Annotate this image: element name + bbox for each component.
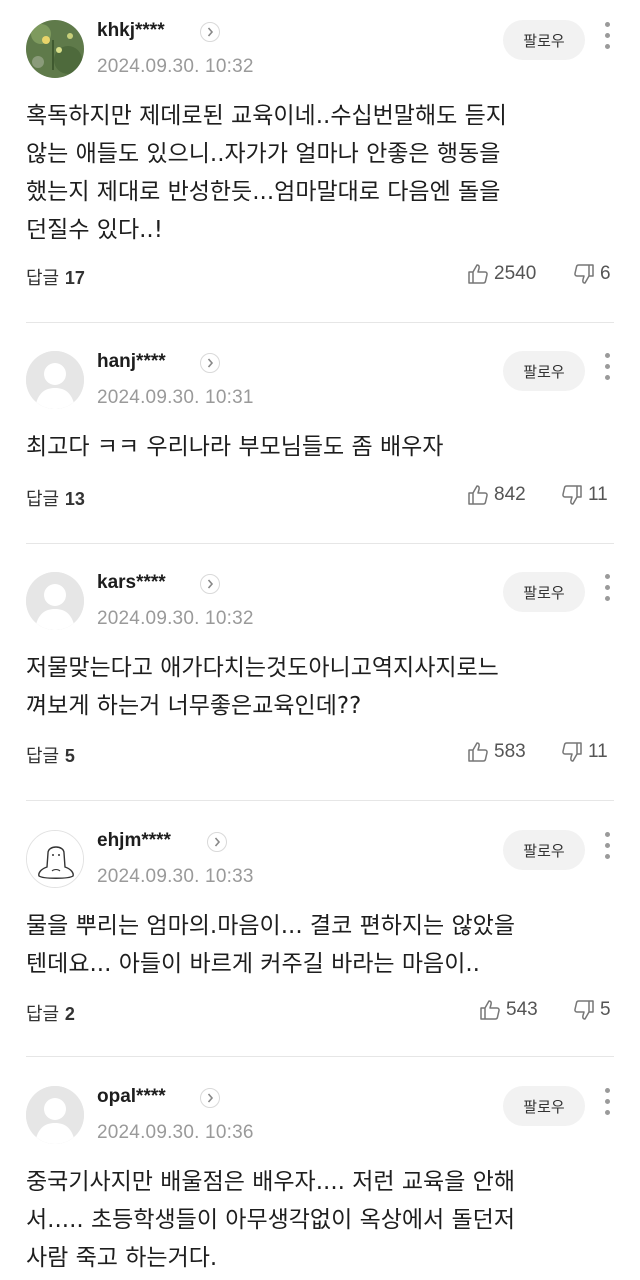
dislike-count: 5 [600,999,611,1020]
divider [26,1056,614,1057]
comment-text: 물을 뿌리는 엄마의.마음이... 결코 편하지는 않았을 텐데요... 아들이… [26,913,515,977]
dislike-button[interactable]: 11 [560,740,616,766]
reply-button[interactable]: 답글 13 [26,485,85,511]
avatar-photo-icon [26,20,84,78]
avatar[interactable] [26,830,84,888]
follow-button[interactable]: 팔로우 [503,830,585,870]
follow-button[interactable]: 팔로우 [503,572,585,612]
more-options-icon[interactable] [600,22,614,56]
comment-text: 저물맞는다고 애가다치는것도아니고역지사지로느 껴보게 하는거 너무좋은교육인데… [26,655,499,719]
thumbs-up-icon [480,1000,500,1020]
like-count: 543 [506,999,538,1020]
more-options-icon[interactable] [600,1088,614,1122]
follow-button[interactable]: 팔로우 [503,1086,585,1126]
username[interactable]: hanj**** [97,351,166,373]
dislike-button[interactable]: 5 [572,998,616,1024]
comment-text: 중국기사지만 배울점은 배우자.... 저런 교육을 안해 서..... 초등학… [26,1169,515,1271]
reply-label: 답글 [26,489,65,510]
reply-label: 답글 [26,268,65,289]
profile-arrow-icon[interactable] [200,22,220,42]
thumbs-down-icon [574,1000,594,1020]
timestamp: 2024.09.30. 10:31 [97,387,254,408]
reply-label: 답글 [26,746,65,767]
reply-button[interactable]: 답글 5 [26,742,75,768]
thumbs-up-icon [468,742,488,762]
thumbs-down-icon [574,264,594,284]
thumbs-down-icon [562,742,582,762]
like-button[interactable]: 842 [466,483,546,509]
dislike-count: 11 [588,741,608,762]
like-count: 583 [494,741,526,762]
timestamp: 2024.09.30. 10:33 [97,866,254,887]
dislike-button[interactable]: 11 [560,483,616,509]
divider [26,322,614,323]
follow-button[interactable]: 팔로우 [503,351,585,391]
avatar[interactable] [26,20,84,78]
more-options-icon[interactable] [600,574,614,608]
more-options-icon[interactable] [600,353,614,387]
reply-count: 17 [64,268,85,288]
profile-arrow-icon[interactable] [207,832,227,852]
reply-count: 13 [64,489,85,509]
reply-button[interactable]: 답글 17 [26,264,85,290]
reply-label: 답글 [26,1004,65,1025]
reply-button[interactable]: 답글 2 [26,1000,75,1026]
like-button[interactable]: 583 [466,740,546,766]
profile-arrow-icon[interactable] [200,1088,220,1108]
follow-button[interactable]: 팔로우 [503,20,585,60]
default-avatar-icon [26,572,84,630]
thumbs-up-icon [468,485,488,505]
comment-text: 혹독하지만 제데로된 교육이네..수십번말해도 듣지 않는 애들도 있으니..자… [26,103,507,243]
like-button[interactable]: 543 [478,998,548,1024]
timestamp: 2024.09.30. 10:32 [97,56,254,77]
username[interactable]: ehjm**** [97,830,171,852]
profile-arrow-icon[interactable] [200,353,220,373]
divider [26,800,614,801]
username[interactable]: kars**** [97,572,166,594]
reply-count: 5 [64,746,75,766]
dislike-count: 11 [588,484,608,505]
avatar[interactable] [26,572,84,630]
default-avatar-icon [26,351,84,409]
like-count: 842 [494,484,526,505]
avatar[interactable] [26,1086,84,1144]
default-avatar-icon [26,1086,84,1144]
thumbs-down-icon [562,485,582,505]
dislike-count: 6 [600,263,611,284]
reply-count: 2 [64,1004,75,1024]
comment-text: 최고다 ㅋㅋ 우리나라 부모님들도 좀 배우자 [26,434,444,460]
thumbs-up-icon [468,264,488,284]
like-button[interactable]: 2540 [466,262,546,288]
dislike-button[interactable]: 6 [572,262,616,288]
avatar[interactable] [26,351,84,409]
timestamp: 2024.09.30. 10:36 [97,1122,254,1143]
profile-arrow-icon[interactable] [200,574,220,594]
like-count: 2540 [494,263,537,284]
drawing-avatar-icon [27,831,83,887]
timestamp: 2024.09.30. 10:32 [97,608,254,629]
more-options-icon[interactable] [600,832,614,866]
divider [26,543,614,544]
username[interactable]: khkj**** [97,20,165,42]
username[interactable]: opal**** [97,1086,166,1108]
